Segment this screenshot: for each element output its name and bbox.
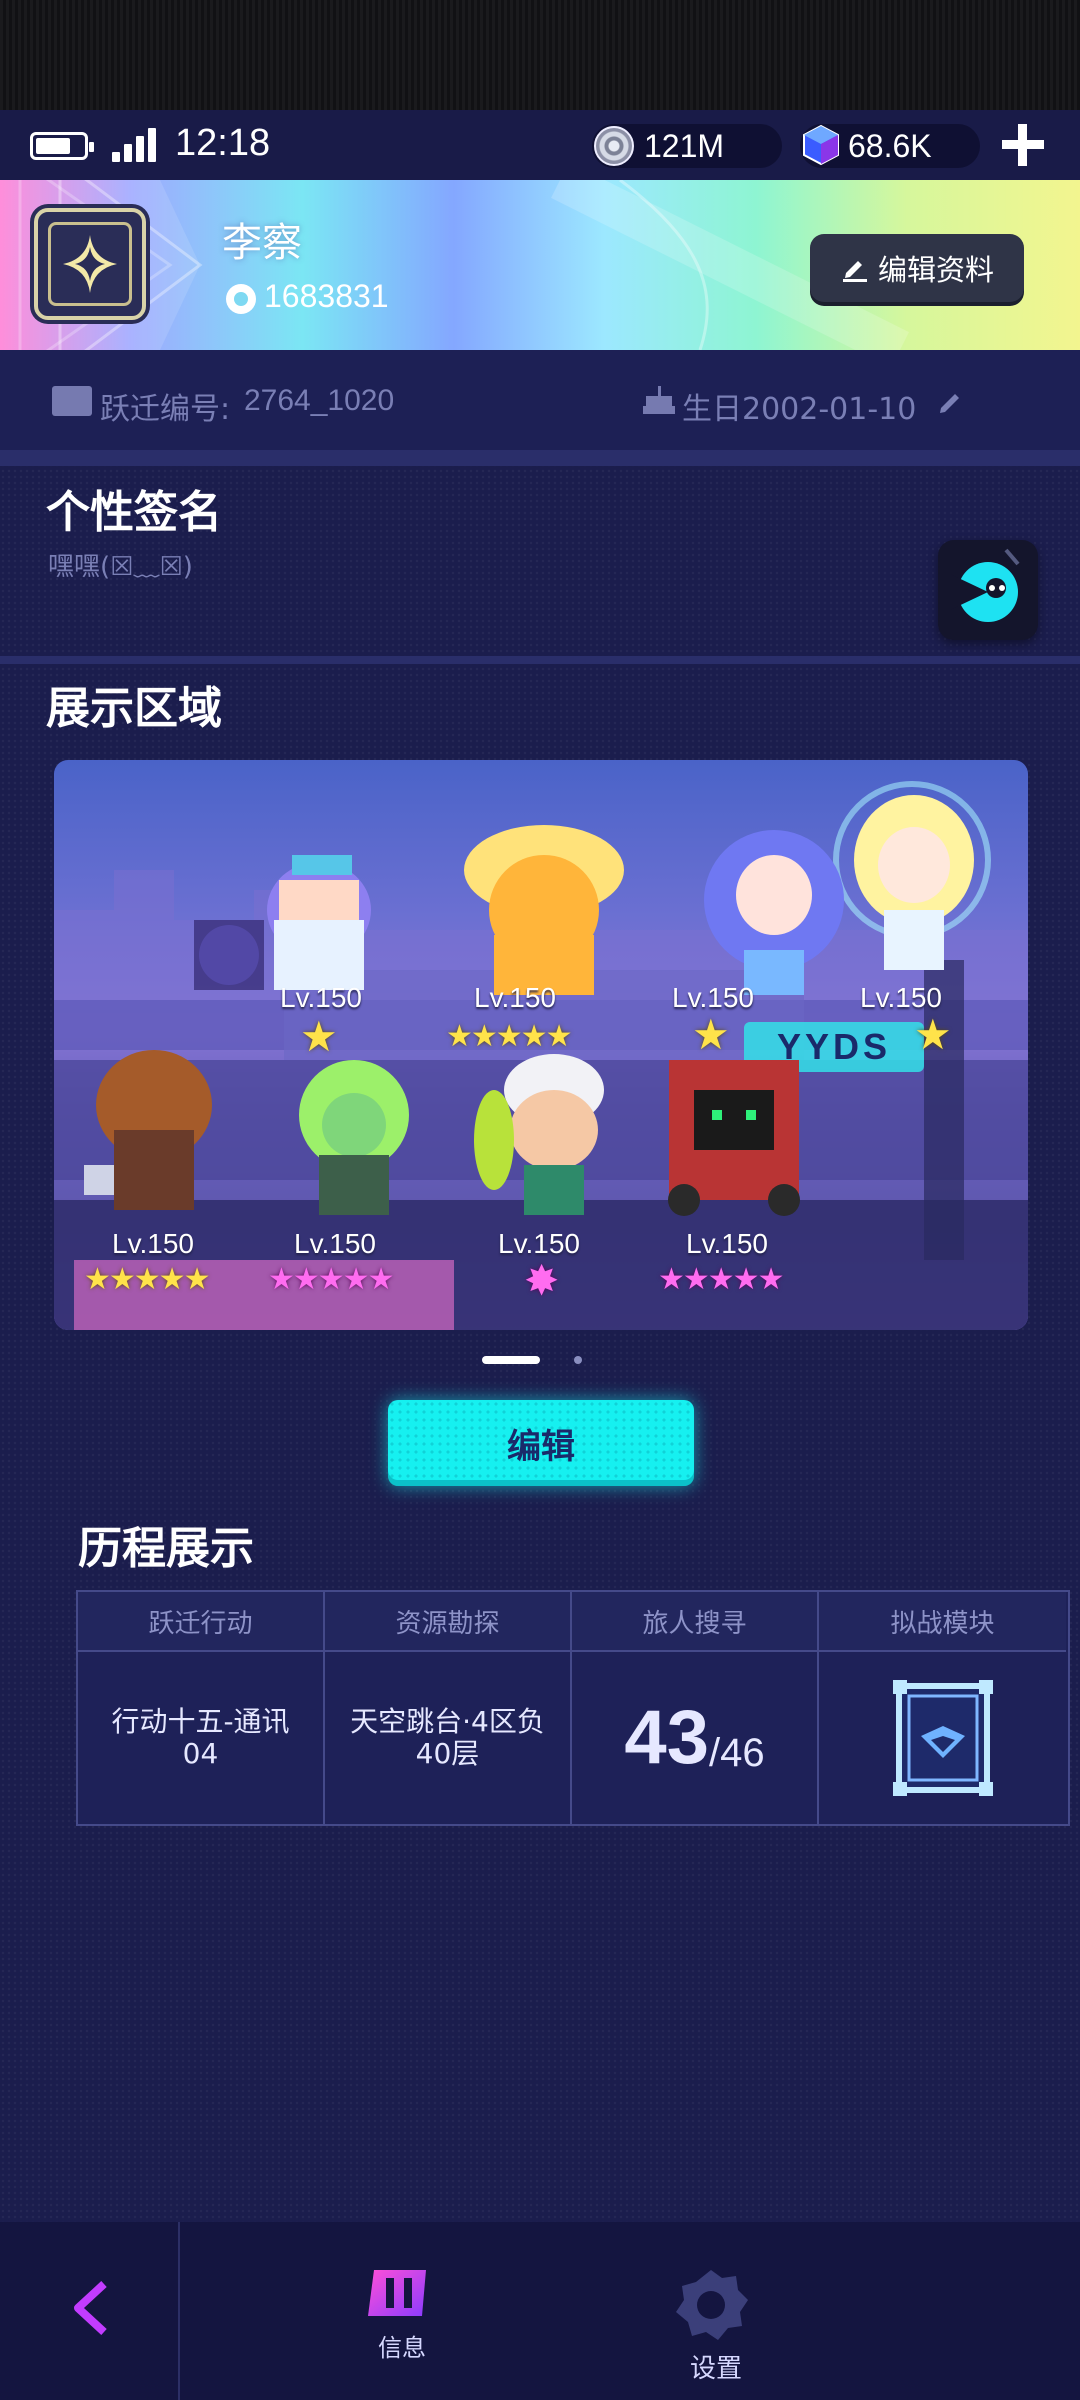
traveler-found: 43 [624,1695,709,1781]
char-level: Lv.150 [280,982,362,1013]
char-stars: ★★★★★ [268,1262,394,1297]
history-header: 拟战模块 [819,1592,1066,1652]
coin-value: 121M [644,128,725,164]
edit-profile-button[interactable]: 编辑资料 [810,234,1024,302]
edit-showcase-label: 编辑 [507,1426,575,1467]
char-stars: ★★★★★ [658,1262,784,1297]
char-stars: ★★★★★ [84,1262,210,1297]
id-value: 2764_1020 [244,384,395,417]
char-level: Lv.150 [294,1228,376,1259]
clock: 12:18 [175,122,271,164]
bottom-nav [0,2222,1080,2400]
edit-showcase-button[interactable]: 编辑 [388,1400,694,1486]
divider [0,450,1080,466]
edit-birthday-icon[interactable] [936,386,966,416]
id-card-icon [52,386,92,416]
sparkle-icon [63,235,117,293]
player-uid: 1683831 [264,278,389,314]
history-title: 历程展示 [78,1523,254,1574]
character-8 [668,1060,800,1216]
signal-icon [112,126,162,162]
plus-icon[interactable] [998,120,1048,170]
top-bezel [0,0,1080,110]
pacman-badge-icon[interactable] [938,540,1038,640]
coin-icon [594,126,634,166]
nav-divider [178,2222,180,2400]
history-value: 行动十五-通讯04 [111,1704,290,1770]
char-stars: ★ [300,1012,338,1061]
char-stars: ✸ [524,1256,559,1305]
history-col-explore[interactable]: 资源勘探 天空跳台·4区负40层 [325,1592,572,1824]
char-stars: ★★★★★ [446,1019,572,1054]
history-header: 跃迁行动 [78,1592,323,1652]
signature-text[interactable]: 嘿嘿(☒﹏☒) [48,546,193,583]
battery-icon [30,132,94,160]
page-indicator[interactable] [574,1356,582,1364]
emblem-icon [892,1680,993,1796]
uid-icon [226,284,256,314]
char-stars: ★ [914,1010,952,1059]
edit-profile-label: 编辑资料 [877,253,994,287]
traveler-total: /46 [708,1731,765,1775]
history-header: 资源勘探 [325,1592,570,1652]
avatar[interactable] [34,208,146,320]
history-header: 旅人搜寻 [572,1592,817,1652]
history-col-traveler[interactable]: 旅人搜寻 43 /46 [572,1592,819,1824]
char-level: Lv.150 [112,1228,194,1259]
gem-icon [803,124,839,166]
showcase-title: 展示区域 [46,683,222,734]
cake-icon [643,386,675,414]
divider [0,656,1080,664]
char-level: Lv.150 [686,1228,768,1259]
settings-icon[interactable] [672,2266,750,2344]
nav-settings-label[interactable]: 设置 [690,2348,742,2385]
gem-value: 68.6K [848,128,932,164]
history-col-action[interactable]: 跃迁行动 行动十五-通讯04 [78,1592,325,1824]
id-label: 跃迁编号: [100,392,231,427]
info-icon[interactable] [364,2264,434,2322]
char-level: Lv.150 [474,982,556,1013]
page-indicator-active[interactable] [482,1356,540,1364]
nav-info-label[interactable]: 信息 [378,2328,426,2363]
character-1 [267,855,371,990]
char-stars: ★ [692,1010,730,1059]
player-name: 李察 [222,220,302,266]
signature-title: 个性签名 [46,487,222,538]
history-table: 跃迁行动 行动十五-通讯04 资源勘探 天空跳台·4区负40层 旅人搜寻 43 … [76,1590,1070,1826]
history-col-sim[interactable]: 拟战模块 [819,1592,1066,1824]
pencil-icon [842,261,867,282]
back-arrow-icon[interactable] [66,2278,116,2338]
birthday-text: 生日2002-01-10 [682,392,917,427]
history-value: 天空跳台·4区负40层 [350,1704,545,1770]
showcase-panel[interactable]: YYDS Lv.150 ★ Lv.150 ★★★★★ Lv.150 ★ Lv.1… [54,760,1028,1330]
